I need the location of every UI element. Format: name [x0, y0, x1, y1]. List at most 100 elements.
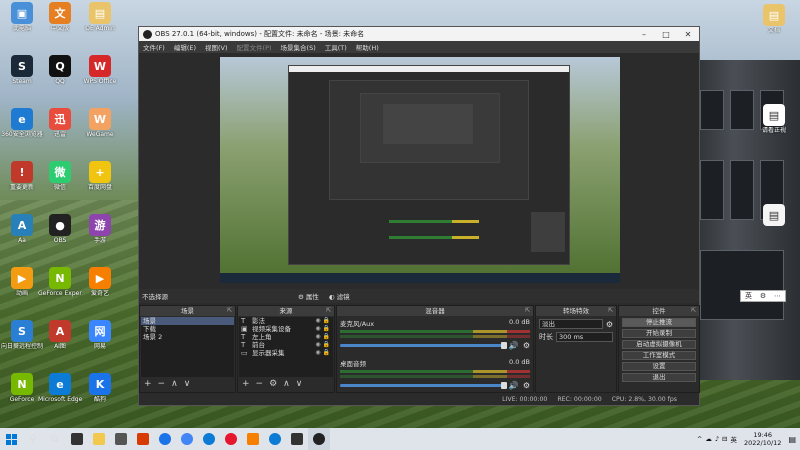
obs-titlebar[interactable]: OBS 27.0.1 (64-bit, windows) - 配置文件: 未命名…	[139, 27, 699, 41]
folder-icon[interactable]	[88, 428, 110, 450]
menu-profile[interactable]: 配置文件(P)	[237, 42, 272, 52]
dock-icon[interactable]: ⇱	[227, 306, 232, 316]
desktop-icon[interactable]: 微微信	[38, 161, 82, 203]
desktop-icon[interactable]: 游手游	[78, 214, 122, 256]
move-down-button[interactable]: ∨	[184, 379, 191, 389]
desktop-icon[interactable]: 网网易	[78, 320, 122, 362]
tray-expand-icon[interactable]: ^	[697, 435, 702, 443]
move-down-button[interactable]: ∨	[296, 379, 303, 389]
volume-slider[interactable]	[340, 342, 507, 349]
stop-streaming-button[interactable]: 停止推流	[622, 318, 696, 327]
ime-toolbar[interactable]: 英 ⚙ ⋯	[740, 290, 786, 302]
source-item[interactable]: T 前台 ◉ 🔒	[239, 341, 333, 349]
source-item[interactable]: T 左上角 ◉ 🔒	[239, 333, 333, 341]
dock-icon[interactable]: ⇱	[326, 306, 331, 316]
maximize-icon[interactable]: □	[655, 30, 677, 39]
obs-preview[interactable]	[220, 57, 620, 283]
desktop-icon[interactable]: ▤	[752, 204, 796, 246]
desktop-icon[interactable]: ▤ 文档	[752, 4, 796, 46]
menu-scene-collection[interactable]: 场景集合(S)	[281, 42, 316, 52]
scene-item[interactable]: 场景 2	[141, 333, 234, 341]
source-item[interactable]: ▭ 显示器采集 ◉ 🔒	[239, 349, 333, 357]
notification-icon[interactable]: ▤	[788, 435, 796, 444]
volume-slider[interactable]	[340, 382, 507, 389]
app-icon[interactable]	[110, 428, 132, 450]
desktop-icon[interactable]: ▤ 请看正视	[752, 104, 796, 146]
close-icon[interactable]: ✕	[677, 30, 699, 39]
speaker-icon[interactable]: 🔊	[509, 381, 519, 390]
taskbar-clock[interactable]: 19:46 2022/10/12	[740, 431, 785, 447]
dock-icon[interactable]: ⇱	[525, 306, 530, 316]
dock-icon[interactable]: ⇱	[691, 306, 696, 316]
menu-edit[interactable]: 编辑(E)	[174, 42, 196, 52]
language-indicator[interactable]: 英	[730, 434, 737, 444]
filters-button[interactable]: ◐ 滤镜	[329, 291, 350, 301]
scene-item[interactable]: 场景	[141, 317, 234, 325]
browser-icon[interactable]	[176, 428, 198, 450]
task-view-icon[interactable]: ⧉	[44, 428, 66, 450]
obs-taskbar-icon[interactable]	[308, 428, 330, 450]
desktop-icon[interactable]: 迅迅雷	[38, 108, 82, 150]
desktop-icon[interactable]: NGeForce Experience	[38, 267, 82, 309]
add-scene-button[interactable]: +	[144, 379, 152, 389]
desktop-icon[interactable]: 文中文版	[38, 2, 82, 44]
studio-mode-button[interactable]: 工作室模式	[622, 351, 696, 360]
menu-view[interactable]: 视图(V)	[205, 42, 228, 52]
dock-icon[interactable]: ⇱	[608, 306, 613, 316]
remove-scene-button[interactable]: −	[158, 379, 166, 389]
start-recording-button[interactable]: 开始录制	[622, 329, 696, 338]
desktop-icon[interactable]: e Microsoft Edge	[38, 373, 82, 415]
remove-source-button[interactable]: −	[256, 379, 264, 389]
move-up-button[interactable]: ∧	[171, 379, 178, 389]
visibility-lock-icons[interactable]: ◉ 🔒	[315, 349, 333, 357]
ime-lang[interactable]: 英	[745, 291, 752, 301]
source-item[interactable]: ▣ 视频采集设备 ◉ 🔒	[239, 325, 333, 333]
add-source-button[interactable]: +	[242, 379, 250, 389]
desktop-icon[interactable]: W WeGame	[78, 108, 122, 150]
volume-icon[interactable]: ♪	[715, 435, 719, 443]
transition-settings-icon[interactable]: ⚙	[606, 320, 613, 329]
desktop-icon[interactable]: W WPS Office	[78, 55, 122, 97]
edge-icon[interactable]	[198, 428, 220, 450]
virtual-camera-button[interactable]: 启动虚拟摄像机	[622, 340, 696, 349]
app-icon[interactable]	[242, 428, 264, 450]
move-up-button[interactable]: ∧	[283, 379, 290, 389]
ime-more-icon[interactable]: ⋯	[774, 292, 781, 300]
browser-icon[interactable]	[154, 428, 176, 450]
settings-button[interactable]: 设置	[622, 362, 696, 371]
desktop-icon[interactable]: ▤ OE Admin	[78, 2, 122, 44]
desktop-icon[interactable]: A AI图	[38, 320, 82, 362]
desktop-icon[interactable]: ▶ 爱奇艺	[78, 267, 122, 309]
menu-tools[interactable]: 工具(T)	[325, 42, 347, 52]
channel-settings-icon[interactable]: ⚙	[523, 381, 530, 390]
source-settings-icon[interactable]: ⚙	[269, 379, 277, 389]
app-icon[interactable]	[286, 428, 308, 450]
network-icon[interactable]: ⊟	[722, 435, 727, 443]
windows-start-icon[interactable]	[0, 428, 22, 450]
ime-settings-icon[interactable]: ⚙	[760, 292, 766, 300]
channel-settings-icon[interactable]: ⚙	[523, 341, 530, 350]
visibility-lock-icons[interactable]: ◉ 🔒	[315, 333, 333, 341]
visibility-lock-icons[interactable]: ◉ 🔒	[315, 317, 333, 325]
source-item[interactable]: T 影法 ◉ 🔒	[239, 317, 333, 325]
menu-file[interactable]: 文件(F)	[143, 42, 165, 52]
desktop-icon[interactable]: + 百度网盘	[78, 161, 122, 203]
duration-input[interactable]: 300 ms	[556, 332, 613, 342]
app-icon[interactable]	[66, 428, 88, 450]
edge-icon[interactable]	[264, 428, 286, 450]
search-icon[interactable]: ⚲	[22, 428, 44, 450]
weibo-icon[interactable]	[220, 428, 242, 450]
desktop-icon[interactable]: K 酷狗	[78, 373, 122, 415]
onedrive-icon[interactable]: ☁	[705, 435, 712, 443]
desktop-icon[interactable]: Q QQ	[38, 55, 82, 97]
minimize-icon[interactable]: –	[633, 30, 655, 39]
exit-button[interactable]: 退出	[622, 373, 696, 382]
visibility-lock-icons[interactable]: ◉ 🔒	[315, 325, 333, 333]
visibility-lock-icons[interactable]: ◉ 🔒	[315, 341, 333, 349]
menu-help[interactable]: 帮助(H)	[356, 42, 379, 52]
office-icon[interactable]	[132, 428, 154, 450]
speaker-icon[interactable]: 🔊	[509, 341, 519, 350]
transition-select[interactable]: 淡出	[539, 319, 603, 329]
desktop-icon[interactable]: ● OBS	[38, 214, 82, 256]
properties-button[interactable]: ⚙ 属性	[298, 291, 319, 301]
